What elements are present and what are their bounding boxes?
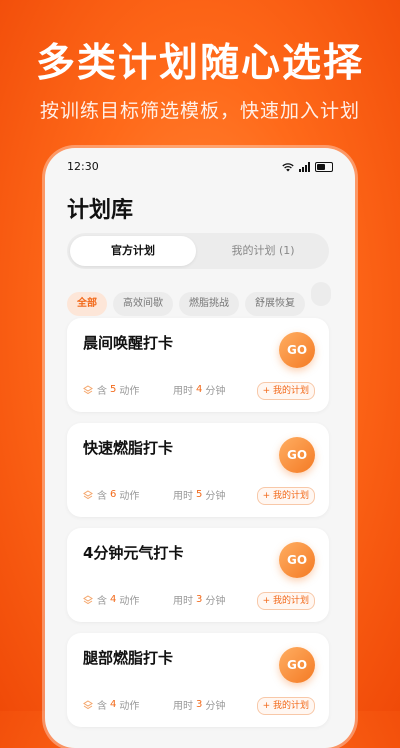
promo-subtitle: 按训练目标筛选模板，快速加入计划 xyxy=(39,100,360,122)
filter-chips: 全部 高效间歇 燃脂挑战 舒展恢复 xyxy=(67,282,355,316)
add-to-my-plan-button[interactable]: + 我的计划 xyxy=(256,487,315,505)
plan-card[interactable]: 快速燃脂打卡 GO 含 6 动作 用时 5 分钟 + 我的计划 xyxy=(67,423,329,517)
layers-icon xyxy=(83,699,93,709)
plan-action-count: 含 6 动作 xyxy=(83,487,139,502)
add-to-my-plan-button[interactable]: + 我的计划 xyxy=(256,592,315,610)
plan-duration: 用时 3 分钟 xyxy=(173,699,226,712)
layers-icon xyxy=(83,594,93,604)
filter-chip-fat-burn[interactable]: 燃脂挑战 xyxy=(179,292,239,316)
add-to-my-plan-button[interactable]: + 我的计划 xyxy=(256,382,315,400)
filter-chip-stretch[interactable]: 舒展恢复 xyxy=(245,292,305,316)
filter-chip-all[interactable]: 全部 xyxy=(67,292,107,316)
plan-action-count: 含 4 动作 xyxy=(83,697,139,712)
phone-screen: 12:30 计划库 官方计划 我的计划 (1) 全部 高效间歇 燃脂挑战 舒展恢复 晨… xyxy=(45,148,355,748)
add-to-my-plan-button[interactable]: + 我的计划 xyxy=(256,697,315,715)
go-button[interactable]: GO xyxy=(279,542,315,578)
go-button[interactable]: GO xyxy=(279,332,315,368)
plan-card[interactable]: 晨间唤醒打卡 GO 含 5 动作 用时 4 分钟 + 我的计划 xyxy=(67,318,329,412)
tab-my-plans[interactable]: 我的计划 (1) xyxy=(200,236,326,266)
plan-card-title: 腿部燃脂打卡 xyxy=(83,649,174,667)
page-title: 计划库 xyxy=(67,198,134,223)
plan-duration: 用时 3 分钟 xyxy=(173,594,226,607)
plan-card-title: 4分钟元气打卡 xyxy=(83,544,184,562)
plan-action-count: 含 4 动作 xyxy=(83,592,139,607)
signal-icon xyxy=(299,162,310,172)
plan-card-title: 晨间唤醒打卡 xyxy=(83,334,174,352)
plan-tabs: 官方计划 我的计划 (1) xyxy=(67,233,329,269)
go-button[interactable]: GO xyxy=(279,437,315,473)
plan-duration: 用时 4 分钟 xyxy=(173,384,226,397)
plan-card-title: 快速燃脂打卡 xyxy=(83,439,174,457)
plan-card[interactable]: 腿部燃脂打卡 GO 含 4 动作 用时 3 分钟 + 我的计划 xyxy=(67,633,329,727)
status-bar: 12:30 xyxy=(67,160,333,176)
plan-action-count: 含 5 动作 xyxy=(83,382,139,397)
filter-chip-more[interactable] xyxy=(311,282,331,306)
wifi-icon xyxy=(282,163,294,172)
filter-chip-hiit[interactable]: 高效间歇 xyxy=(113,292,173,316)
layers-icon xyxy=(83,384,93,394)
go-button[interactable]: GO xyxy=(279,647,315,683)
plan-duration: 用时 5 分钟 xyxy=(173,489,226,502)
battery-icon xyxy=(315,162,333,172)
promo-title: 多类计划随心选择 xyxy=(35,41,364,86)
plan-card[interactable]: 4分钟元气打卡 GO 含 4 动作 用时 3 分钟 + 我的计划 xyxy=(67,528,329,622)
layers-icon xyxy=(83,489,93,499)
tab-official-plans[interactable]: 官方计划 xyxy=(70,236,196,266)
status-icons xyxy=(282,162,333,172)
status-time: 12:30 xyxy=(67,160,99,173)
